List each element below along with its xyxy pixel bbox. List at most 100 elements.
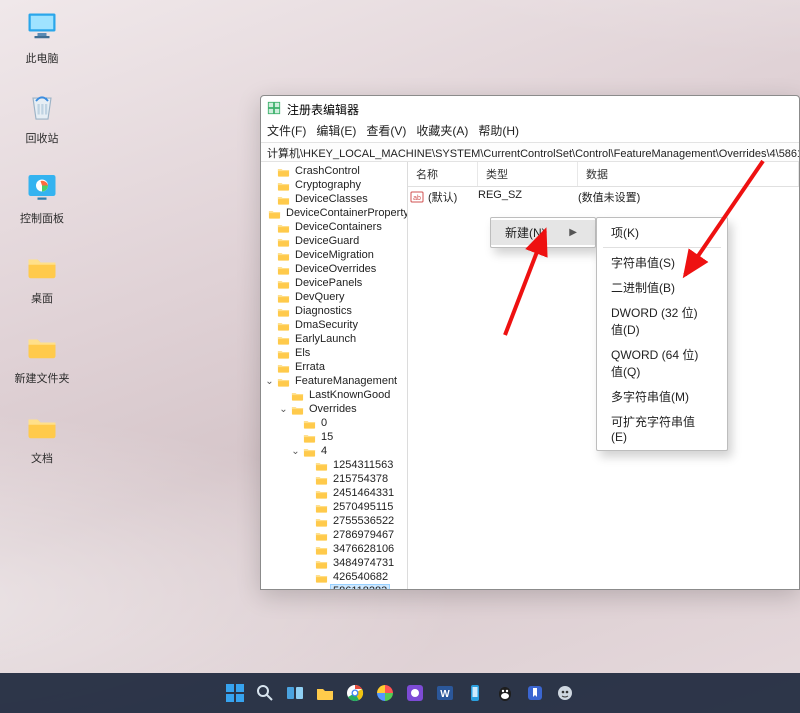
list-row[interactable]: ab (默认) REG_SZ (数值未设置) <box>408 187 799 207</box>
menu-file[interactable]: 文件(F) <box>267 122 306 142</box>
tree-node[interactable]: 2570495115 <box>265 500 407 514</box>
folder-icon <box>315 530 328 540</box>
tree-node-label: DeviceContainers <box>293 221 384 233</box>
misc-app-icon[interactable] <box>554 682 576 704</box>
tree-spacer <box>265 237 274 246</box>
tree-node-label: Overrides <box>307 403 359 415</box>
chrome-icon[interactable] <box>344 682 366 704</box>
tree-node[interactable]: LastKnownGood <box>265 388 407 402</box>
taskview-icon[interactable] <box>284 682 306 704</box>
ctx-item[interactable]: 可扩充字符串值(E) <box>597 409 727 448</box>
tree-node[interactable]: DevQuery <box>265 290 407 304</box>
address-bar[interactable]: 计算机\HKEY_LOCAL_MACHINE\SYSTEM\CurrentCon… <box>261 142 799 162</box>
tree-pane[interactable]: CrashControlCryptographyDeviceClassesDev… <box>261 162 408 589</box>
desktop-icon-this-pc[interactable]: 此电脑 <box>10 8 74 66</box>
folder-icon <box>291 390 304 400</box>
tree-node[interactable]: DmaSecurity <box>265 318 407 332</box>
ctx-item[interactable]: 项(K) <box>597 220 727 245</box>
folder-icon <box>277 180 290 190</box>
chevron-down-icon[interactable]: ⌄ <box>279 405 288 414</box>
col-name[interactable]: 名称 <box>408 162 478 186</box>
tree-node[interactable]: Errata <box>265 360 407 374</box>
explorer-icon[interactable] <box>314 682 336 704</box>
tree-node-label: DmaSecurity <box>293 319 360 331</box>
color-wheel-icon[interactable] <box>374 682 396 704</box>
tree-spacer <box>265 335 274 344</box>
tree-node[interactable]: EarlyLaunch <box>265 332 407 346</box>
desktop-icon-control-panel[interactable]: 控制面板 <box>10 168 74 226</box>
col-data[interactable]: 数据 <box>578 162 799 186</box>
tree-spacer <box>303 545 312 554</box>
folder-icon <box>277 166 290 176</box>
ctx-item[interactable]: DWORD (32 位)值(D) <box>597 300 727 342</box>
folder-icon <box>23 328 61 366</box>
tree-node-label: DeviceMigration <box>293 249 376 261</box>
monitor-icon <box>23 8 61 46</box>
tree-node[interactable]: Cryptography <box>265 178 407 192</box>
tree-node[interactable]: DeviceGuard <box>265 234 407 248</box>
tree-node[interactable]: DeviceClasses <box>265 192 407 206</box>
tree-node[interactable]: 215754378 <box>265 472 407 486</box>
folder-icon <box>315 558 328 568</box>
value-data: (数值未设置) <box>578 189 799 205</box>
tree-node[interactable]: DeviceOverrides <box>265 262 407 276</box>
desktop-icon-folder-3[interactable]: 文档 <box>10 408 74 466</box>
tree-node[interactable]: DeviceContainerPropertyUpda <box>265 206 407 220</box>
word-icon[interactable]: W <box>434 682 456 704</box>
menu-help[interactable]: 帮助(H) <box>478 122 519 142</box>
folder-icon <box>277 348 290 358</box>
ctx-item[interactable]: 字符串值(S) <box>597 250 727 275</box>
titlebar[interactable]: 注册表编辑器 <box>261 96 799 122</box>
tree-spacer <box>303 573 312 582</box>
tree-node-label: 15 <box>319 431 335 443</box>
tree-spacer <box>303 461 312 470</box>
tree-node[interactable]: Els <box>265 346 407 360</box>
menu-favorites[interactable]: 收藏夹(A) <box>416 122 468 142</box>
tree-node[interactable]: 15 <box>265 430 407 444</box>
tree-spacer <box>265 307 274 316</box>
tree-node-label: DeviceContainerPropertyUpda <box>284 207 408 219</box>
tree-spacer <box>303 531 312 540</box>
ctx-item[interactable]: QWORD (64 位)值(Q) <box>597 342 727 384</box>
folder-icon <box>291 404 304 414</box>
tree-node[interactable]: ⌄FeatureManagement <box>265 374 407 388</box>
list-headers: 名称 类型 数据 <box>408 162 799 187</box>
tree-node[interactable]: 586118283 <box>265 584 407 589</box>
chevron-down-icon[interactable]: ⌄ <box>291 447 300 456</box>
search-icon[interactable] <box>254 682 276 704</box>
tree-node[interactable]: 0 <box>265 416 407 430</box>
ctx-new[interactable]: 新建(N) ▶ <box>491 220 595 245</box>
tree-node[interactable]: DevicePanels <box>265 276 407 290</box>
bookmark-app-icon[interactable] <box>524 682 546 704</box>
menu-view[interactable]: 查看(V) <box>366 122 406 142</box>
chevron-down-icon[interactable]: ⌄ <box>265 377 274 386</box>
tree-node[interactable]: ⌄4 <box>265 444 407 458</box>
folder-icon <box>315 572 328 582</box>
tree-node[interactable]: 3476628106 <box>265 542 407 556</box>
tree-spacer <box>303 503 312 512</box>
ctx-item[interactable]: 二进制值(B) <box>597 275 727 300</box>
desktop-icon-folder-2[interactable]: 新建文件夹 <box>10 328 74 386</box>
tree-node[interactable]: DeviceMigration <box>265 248 407 262</box>
menu-edit[interactable]: 编辑(E) <box>316 122 356 142</box>
col-type[interactable]: 类型 <box>478 162 578 186</box>
qq-icon[interactable] <box>494 682 516 704</box>
tree-node[interactable]: 1254311563 <box>265 458 407 472</box>
tree-node[interactable]: 2451464331 <box>265 486 407 500</box>
start-button[interactable] <box>224 682 246 704</box>
tree-spacer <box>303 489 312 498</box>
desktop-icon-folder-1[interactable]: 桌面 <box>10 248 74 306</box>
tree-node[interactable]: 3484974731 <box>265 556 407 570</box>
tree-node[interactable]: ⌄ Overrides <box>265 402 407 416</box>
desktop-icons: 此电脑 回收站 控制面板 桌面 新建文件夹 文档 <box>10 8 74 466</box>
tree-node[interactable]: Diagnostics <box>265 304 407 318</box>
tree-node[interactable]: 426540682 <box>265 570 407 584</box>
tree-node[interactable]: CrashControl <box>265 164 407 178</box>
tree-node[interactable]: 2786979467 <box>265 528 407 542</box>
tree-node[interactable]: 2755536522 <box>265 514 407 528</box>
app-purple-icon[interactable] <box>404 682 426 704</box>
desktop-icon-recycle-bin[interactable]: 回收站 <box>10 88 74 146</box>
phone-icon[interactable] <box>464 682 486 704</box>
ctx-item[interactable]: 多字符串值(M) <box>597 384 727 409</box>
tree-node[interactable]: DeviceContainers <box>265 220 407 234</box>
